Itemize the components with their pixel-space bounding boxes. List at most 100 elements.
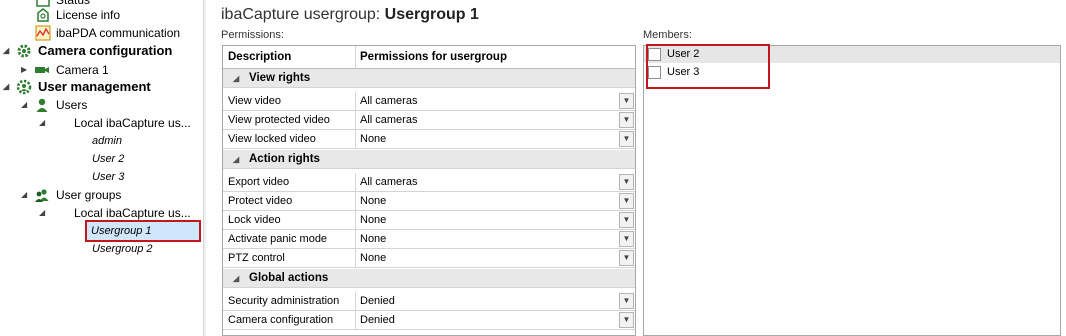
column-header-permissions[interactable]: Permissions for usergroup bbox=[356, 46, 635, 68]
chevron-down-icon[interactable]: ▼ bbox=[619, 193, 634, 209]
tree-item-label: Camera 1 bbox=[56, 63, 109, 77]
tree-item-label: User management bbox=[38, 79, 151, 94]
permission-select[interactable]: Denied ▼ bbox=[356, 311, 635, 329]
tree-item-label: Local ibaCapture us... bbox=[74, 206, 191, 220]
section-header-global-actions[interactable]: ◢ Global actions bbox=[223, 269, 635, 288]
permission-row-lock-video: Lock video None ▼ bbox=[223, 211, 635, 230]
collapse-arrow-icon[interactable]: ◢ bbox=[233, 150, 239, 169]
permission-select[interactable]: Denied ▼ bbox=[356, 292, 635, 310]
collapse-arrow-icon[interactable]: ◢ bbox=[21, 96, 27, 114]
permission-description: PTZ control bbox=[223, 249, 356, 267]
section-title: View rights bbox=[249, 72, 311, 84]
permission-description: Protect video bbox=[223, 192, 356, 210]
permission-row-protect-video: Protect video None ▼ bbox=[223, 192, 635, 211]
tree-item-label: User 3 bbox=[92, 171, 125, 183]
chevron-down-icon[interactable]: ▼ bbox=[619, 293, 634, 309]
permission-row-view-locked-video: View locked video None ▼ bbox=[223, 130, 635, 149]
permission-select[interactable]: None ▼ bbox=[356, 211, 635, 229]
chevron-down-icon[interactable]: ▼ bbox=[619, 131, 634, 147]
user-group-icon bbox=[34, 187, 50, 203]
permission-value: All cameras bbox=[360, 114, 418, 126]
section-title: Global actions bbox=[249, 272, 329, 284]
permission-select[interactable]: None ▼ bbox=[356, 130, 635, 148]
page-title-prefix: ibaCapture usergroup: bbox=[221, 6, 385, 23]
collapse-arrow-icon[interactable]: ◢ bbox=[233, 269, 239, 288]
members-highlight-box bbox=[646, 44, 770, 89]
permission-value: Denied bbox=[360, 295, 395, 307]
collapse-arrow-icon[interactable]: ◢ bbox=[3, 42, 9, 60]
permission-select[interactable]: None ▼ bbox=[356, 192, 635, 210]
collapse-arrow-icon[interactable]: ◢ bbox=[39, 204, 45, 222]
permission-value: All cameras bbox=[360, 95, 418, 107]
tree-item-label: Usergroup 1 bbox=[91, 225, 152, 237]
tree-item-label: Camera configuration bbox=[38, 43, 173, 58]
permissions-label: Permissions: bbox=[221, 29, 284, 41]
tree-item-label: License info bbox=[56, 8, 121, 22]
chevron-down-icon[interactable]: ▼ bbox=[619, 174, 634, 190]
tree-item-usergroup-1[interactable]: Usergroup 1 bbox=[85, 220, 201, 242]
collapse-arrow-icon[interactable]: ◢ bbox=[39, 114, 45, 132]
permission-row-ptz-control: PTZ control None ▼ bbox=[223, 249, 635, 268]
chevron-down-icon[interactable]: ▼ bbox=[619, 112, 634, 128]
permission-description: View protected video bbox=[223, 111, 356, 129]
collapse-arrow-icon[interactable]: ◢ bbox=[3, 78, 9, 96]
page-title-name: Usergroup 1 bbox=[384, 6, 479, 23]
tree-item-label: Usergroup 2 bbox=[92, 243, 153, 255]
permission-description: Security administration bbox=[223, 292, 356, 310]
tree-item-label: User 2 bbox=[92, 153, 125, 165]
permission-select[interactable]: All cameras ▼ bbox=[356, 111, 635, 129]
permission-value: Denied bbox=[360, 314, 395, 326]
tree-item-label: admin bbox=[92, 135, 122, 147]
members-label: Members: bbox=[643, 29, 692, 41]
permission-value: All cameras bbox=[360, 176, 418, 188]
permission-value: None bbox=[360, 214, 387, 226]
permission-row-activate-panic-mode: Activate panic mode None ▼ bbox=[223, 230, 635, 249]
permission-description: Activate panic mode bbox=[223, 230, 356, 248]
section-title: Action rights bbox=[249, 153, 320, 165]
permission-description: Lock video bbox=[223, 211, 356, 229]
permission-value: None bbox=[360, 233, 387, 245]
tree-item-label: User groups bbox=[56, 188, 122, 202]
column-header-description[interactable]: Description bbox=[223, 46, 356, 68]
page-title: ibaCapture usergroup: Usergroup 1 bbox=[221, 6, 479, 24]
grid-header: Description Permissions for usergroup bbox=[223, 46, 635, 69]
license-icon bbox=[35, 7, 51, 23]
tree-item-label: Local ibaCapture us... bbox=[74, 116, 191, 130]
permission-value: None bbox=[360, 195, 387, 207]
navigation-tree: Status License info ibaPDA communication… bbox=[0, 0, 203, 336]
permission-select[interactable]: All cameras ▼ bbox=[356, 92, 635, 110]
permission-description: View locked video bbox=[223, 130, 356, 148]
camera-icon bbox=[34, 62, 50, 78]
permission-row-view-video: View video All cameras ▼ bbox=[223, 92, 635, 111]
permissions-grid: Description Permissions for usergroup ◢ … bbox=[222, 45, 636, 336]
permission-description: Camera configuration bbox=[223, 311, 356, 329]
permission-row-security-administration: Security administration Denied ▼ bbox=[223, 292, 635, 311]
chevron-down-icon[interactable]: ▼ bbox=[619, 93, 634, 109]
expand-arrow-icon[interactable]: ▶ bbox=[21, 61, 27, 79]
panel-splitter[interactable] bbox=[203, 0, 206, 336]
collapse-arrow-icon[interactable]: ◢ bbox=[233, 69, 239, 88]
user-icon bbox=[34, 97, 50, 113]
permission-select[interactable]: None ▼ bbox=[356, 230, 635, 248]
gear-icon bbox=[16, 43, 32, 59]
permission-row-export-video: Export video All cameras ▼ bbox=[223, 173, 635, 192]
chevron-down-icon[interactable]: ▼ bbox=[619, 212, 634, 228]
collapse-arrow-icon[interactable]: ◢ bbox=[21, 186, 27, 204]
permission-value: None bbox=[360, 133, 387, 145]
permission-description: View video bbox=[223, 92, 356, 110]
chevron-down-icon[interactable]: ▼ bbox=[619, 250, 634, 266]
pda-chart-icon bbox=[35, 25, 51, 41]
tree-item-label: ibaPDA communication bbox=[56, 26, 181, 40]
chevron-down-icon[interactable]: ▼ bbox=[619, 231, 634, 247]
permission-value: None bbox=[360, 252, 387, 264]
permission-select[interactable]: All cameras ▼ bbox=[356, 173, 635, 191]
user-gear-icon bbox=[16, 79, 32, 95]
section-header-action-rights[interactable]: ◢ Action rights bbox=[223, 150, 635, 169]
chevron-down-icon[interactable]: ▼ bbox=[619, 312, 634, 328]
permission-description: Export video bbox=[223, 173, 356, 191]
permission-select[interactable]: None ▼ bbox=[356, 249, 635, 267]
tree-item-label: Users bbox=[56, 98, 88, 112]
section-header-view-rights[interactable]: ◢ View rights bbox=[223, 69, 635, 88]
permission-row-view-protected-video: View protected video All cameras ▼ bbox=[223, 111, 635, 130]
permission-row-camera-configuration: Camera configuration Denied ▼ bbox=[223, 311, 635, 330]
